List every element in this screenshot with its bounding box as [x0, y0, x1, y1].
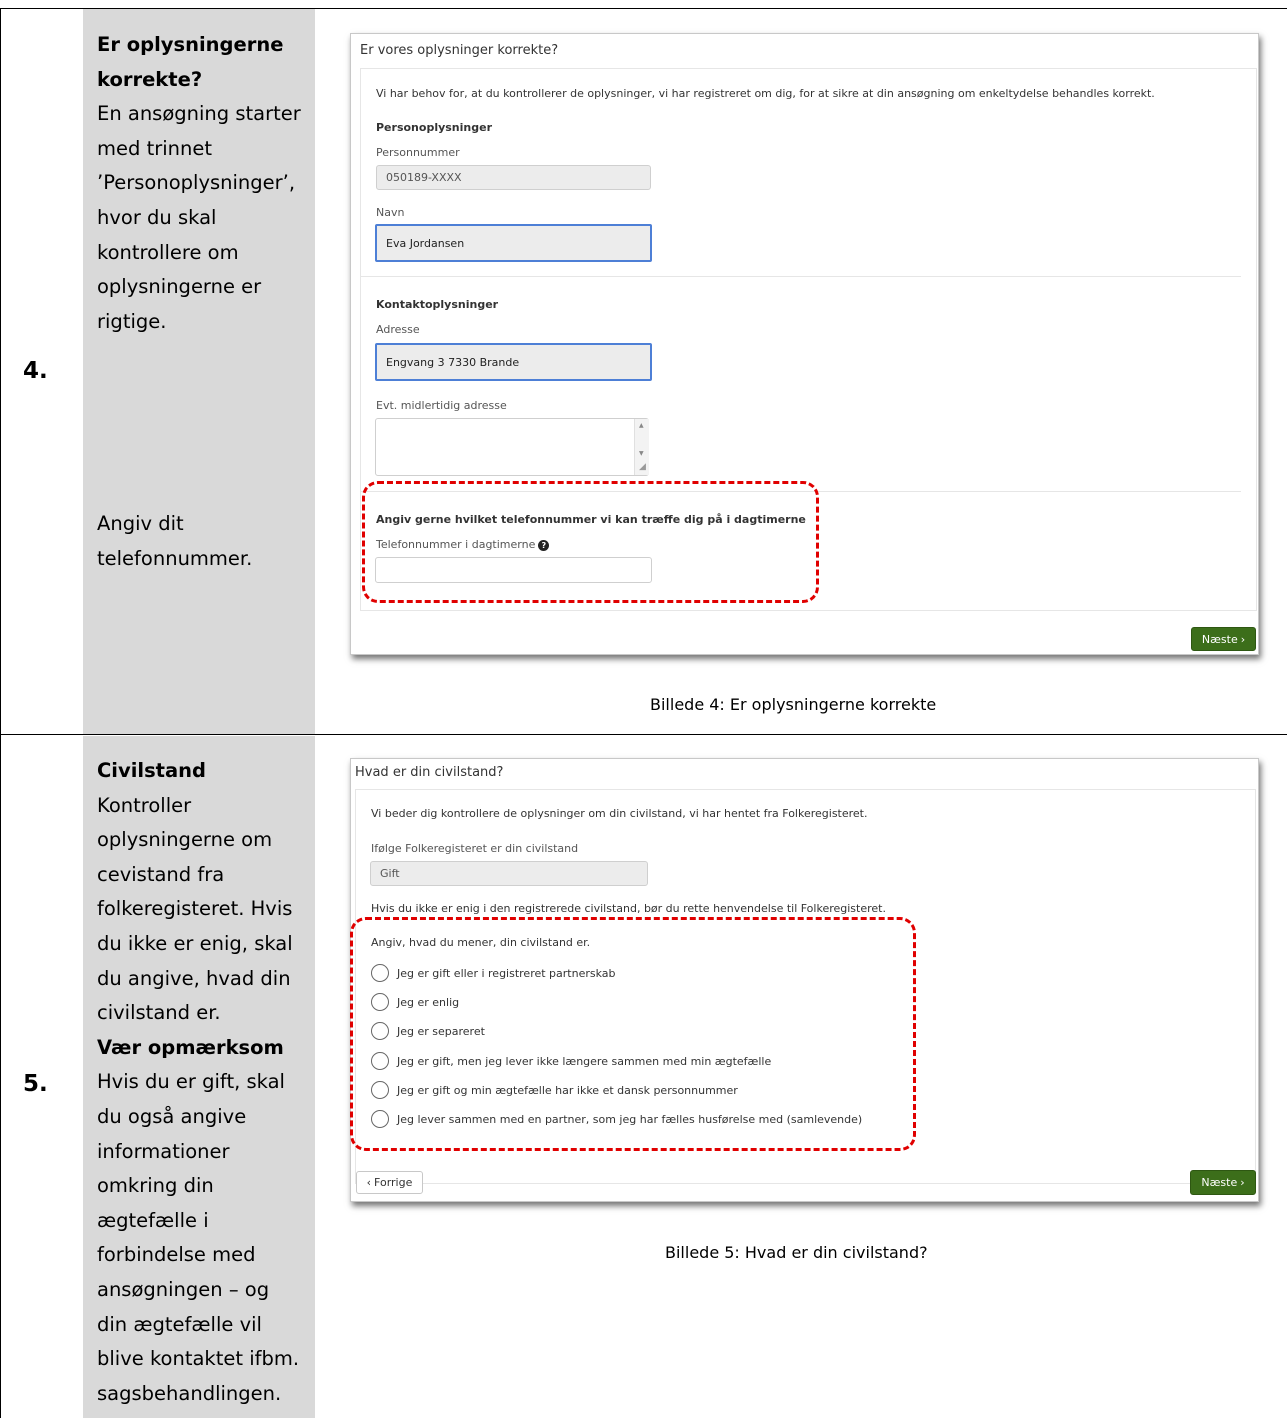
name-label: Navn — [376, 206, 405, 219]
contact-heading: Kontaktoplysninger — [376, 298, 499, 311]
chevron-right-icon: › — [1240, 632, 1246, 646]
next-button-label: Næste — [1201, 1176, 1238, 1189]
side-line: kontrollere om — [97, 240, 239, 264]
side-line: oplysningerne er — [97, 275, 262, 299]
table-border-top — [0, 8, 1287, 9]
prev-button-label: Forrige — [374, 1176, 413, 1189]
side-line: blive kontaktet ifbm. — [97, 1347, 300, 1371]
temp-address-textarea[interactable] — [375, 418, 649, 476]
side-line: du angive, hvad din — [97, 966, 291, 990]
form-intro: Vi beder dig kontrollere de oplysninger … — [371, 807, 868, 820]
side-line: forbindelse med — [97, 1243, 256, 1267]
form-title: Er vores oplysninger korrekte? — [360, 43, 559, 58]
address-label: Adresse — [376, 323, 420, 336]
address-field[interactable]: Engvang 3 7330 Brande — [375, 343, 652, 381]
side-line: din ægtefælle vil — [97, 1312, 262, 1336]
separator — [361, 276, 1241, 277]
side-line: sagsbehandlingen. — [97, 1381, 282, 1405]
side-text-4: Er oplysningerne korrekte? En ansøgning … — [97, 28, 301, 339]
status-field[interactable]: Gift — [370, 861, 648, 886]
side-line: Angiv dit — [97, 512, 184, 535]
caption-5: Billede 5: Hvad er din civilstand? — [665, 1243, 928, 1262]
side-line: ægtefælle i — [97, 1208, 209, 1232]
disagree-note: Hvis du ikke er enig i den registrerede … — [371, 902, 886, 915]
status-label: Ifølge Folkeregisteret er din civilstand — [371, 842, 579, 855]
scroll-down-arrow-icon[interactable]: ▼ — [639, 450, 644, 457]
step-number-5: 5. — [23, 1071, 48, 1097]
step-number-4: 4. — [23, 358, 48, 384]
side-line: telefonnummer. — [97, 546, 253, 570]
personal-heading: Personoplysninger — [376, 121, 492, 134]
temp-address-label: Evt. midlertidig adresse — [376, 399, 507, 412]
side-line: hvor du skal — [97, 205, 217, 229]
cpr-label: Personnummer — [376, 146, 460, 159]
next-button[interactable]: Næste › — [1191, 627, 1256, 651]
next-button-label: Næste — [1201, 632, 1238, 646]
side-line: du også angive — [97, 1104, 247, 1128]
side-heading-5: Civilstand — [97, 759, 207, 782]
resize-handle-icon[interactable]: ◢ — [639, 462, 646, 472]
side-line: Hvis du er gift, skal — [97, 1070, 285, 1094]
side-line: folkeregisteret. Hvis — [97, 897, 293, 921]
name-field[interactable]: Eva Jordansen — [375, 224, 652, 262]
highlight-civil-status-options — [350, 917, 916, 1151]
side-line: ansøgningen – og — [97, 1277, 270, 1301]
caption-4: Billede 4: Er oplysningerne korrekte — [650, 695, 937, 714]
side-line: med trinnet — [97, 136, 213, 160]
scroll-up-arrow-icon[interactable]: ▲ — [639, 422, 644, 429]
side-line: omkring din — [97, 1174, 214, 1198]
document-page: 4. Er oplysningerne korrekte? En ansøgni… — [0, 0, 1287, 1418]
side-text-4-phone: Angiv dit telefonnummer. — [97, 507, 252, 576]
cpr-field[interactable]: 050189-XXXX — [376, 165, 651, 190]
highlight-phone — [362, 481, 819, 603]
side-heading-4a: Er oplysningerne — [97, 33, 284, 56]
side-line: Kontroller — [97, 793, 192, 817]
side-line: oplysningerne om — [97, 828, 273, 852]
side-line: civilstand er. — [97, 1001, 221, 1025]
chevron-right-icon: › — [1240, 1176, 1245, 1189]
side-line: cevistand fra — [97, 862, 225, 886]
side-heading-5b: Vær opmærksom — [97, 1035, 284, 1059]
side-text-5: Civilstand Kontroller oplysningerne om c… — [97, 754, 299, 1411]
side-line: ’Personoplysninger’, — [97, 171, 296, 195]
table-border-left — [0, 8, 1, 1418]
next-button[interactable]: Næste › — [1190, 1170, 1256, 1195]
table-border-middle — [0, 734, 1287, 735]
prev-button[interactable]: ‹ Forrige — [356, 1171, 423, 1194]
side-line: du ikke er enig, skal — [97, 931, 293, 955]
side-heading-4b: korrekte? — [97, 67, 203, 91]
form-intro: Vi har behov for, at du kontrollerer de … — [376, 87, 1155, 100]
side-line: informationer — [97, 1139, 230, 1163]
textarea-scrollbar[interactable]: ▲ ▼ ◢ — [634, 419, 649, 475]
side-line: rigtige. — [97, 309, 167, 333]
side-line: En ansøgning starter — [97, 102, 301, 126]
form-title: Hvad er din civilstand? — [355, 765, 504, 780]
chevron-left-icon: ‹ — [366, 1176, 372, 1189]
